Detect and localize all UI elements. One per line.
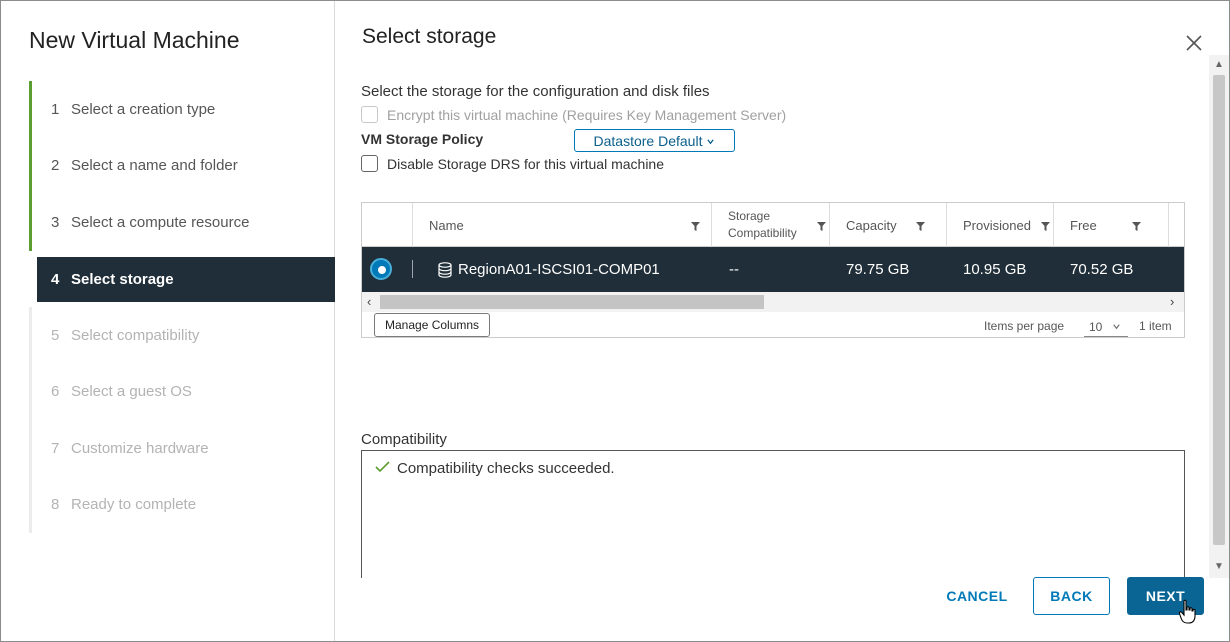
column-capacity[interactable]: Capacity: [829, 203, 946, 247]
wizard-sidebar: New Virtual Machine 1 Select a creation …: [1, 1, 335, 641]
chevron-down-icon: [706, 133, 715, 149]
items-per-page-label: Items per page: [984, 319, 1065, 333]
item-count: 1 item: [1139, 319, 1172, 333]
datastore-icon: [438, 261, 452, 278]
compatibility-message: Compatibility checks succeeded.: [374, 459, 615, 477]
step-number: 4: [51, 270, 60, 288]
step-label: Select compatibility: [71, 326, 200, 344]
step-number: 3: [51, 213, 60, 231]
datastore-name-cell: RegionA01-ISCSI01-COMP01: [438, 247, 660, 292]
step-number: 7: [51, 439, 60, 457]
compatibility-panel: Compatibility checks succeeded.: [361, 450, 1185, 578]
back-button[interactable]: BACK: [1033, 577, 1110, 615]
step-select-compute-resource[interactable]: 3 Select a compute resource: [29, 194, 335, 251]
step-number: 6: [51, 383, 60, 401]
hand-cursor-icon: [1178, 599, 1198, 625]
step-label: Select a compute resource: [71, 213, 250, 231]
encrypt-checkbox: [361, 106, 378, 123]
vm-storage-policy-select[interactable]: Datastore Default: [574, 129, 735, 152]
grid-footer: Manage Columns Items per page 10 1 item: [362, 313, 1184, 338]
row-select-radio[interactable]: [370, 258, 392, 280]
intro-text: Select the storage for the configuration…: [361, 83, 710, 100]
column-storage-compat-label-1: Storage: [728, 209, 771, 223]
step-select-compatibility: 5 Select compatibility: [29, 307, 335, 364]
step-ready-to-complete: 8 Ready to complete: [29, 476, 335, 534]
checkmark-icon: [374, 459, 391, 477]
chevron-down-icon: [1112, 320, 1121, 334]
filter-icon[interactable]: [1040, 220, 1051, 231]
wizard-main: Select storage ▲ ▼ Select the storage fo…: [336, 1, 1229, 641]
items-per-page-select[interactable]: 10: [1084, 317, 1128, 337]
step-select-guest-os: 6 Select a guest OS: [29, 363, 335, 421]
compatibility-message-text: Compatibility checks succeeded.: [397, 459, 615, 477]
provisioned-cell: 10.95 GB: [963, 261, 1027, 278]
column-name[interactable]: Name: [412, 203, 711, 247]
step-label: Select a name and folder: [71, 157, 238, 175]
scroll-down-icon[interactable]: ▼: [1213, 561, 1225, 573]
step-customize-hardware: 7 Customize hardware: [29, 420, 335, 477]
filter-icon[interactable]: [1131, 220, 1142, 231]
scroll-up-icon[interactable]: ▲: [1213, 59, 1225, 71]
filter-icon[interactable]: [690, 220, 701, 231]
datastore-name: RegionA01-ISCSI01-COMP01: [458, 261, 660, 278]
vm-storage-policy-label: VM Storage Policy: [361, 131, 484, 147]
step-number: 2: [51, 157, 60, 175]
disable-drs-option[interactable]: Disable Storage DRS for this virtual mac…: [361, 155, 664, 172]
column-provisioned-label: Provisioned: [963, 217, 1031, 233]
step-label: Select storage: [71, 270, 174, 288]
column-free-label: Free: [1070, 217, 1097, 233]
step-number: 5: [51, 326, 60, 344]
scroll-left-icon[interactable]: ‹: [367, 294, 371, 309]
scroll-right-icon[interactable]: ›: [1170, 294, 1174, 309]
wizard-title: New Virtual Machine: [29, 27, 240, 53]
step-label: Select a creation type: [71, 100, 216, 118]
disable-drs-checkbox[interactable]: [361, 155, 378, 172]
column-storage-compat-label-2: Compatibility: [728, 226, 797, 240]
vertical-scrollbar[interactable]: ▲ ▼: [1209, 55, 1229, 578]
step-label: Ready to complete: [71, 496, 197, 514]
horizontal-scrollbar[interactable]: ‹ ›: [362, 292, 1184, 312]
compatibility-label: Compatibility: [361, 431, 447, 448]
items-per-page-value: 10: [1089, 319, 1103, 334]
cancel-button[interactable]: CANCEL: [938, 577, 1016, 615]
step-label: Select a guest OS: [71, 383, 192, 401]
capacity-cell: 79.75 GB: [846, 261, 910, 278]
step-select-creation-type[interactable]: 1 Select a creation type: [29, 81, 335, 138]
column-free[interactable]: Free: [1053, 203, 1169, 247]
scrollbar-thumb[interactable]: [380, 295, 764, 309]
filter-icon[interactable]: [915, 220, 926, 231]
step-label: Customize hardware: [71, 439, 209, 457]
close-icon[interactable]: [1184, 33, 1204, 53]
scrollbar-thumb[interactable]: [1213, 75, 1225, 545]
grid-header: Name Storage Compatibility Capacity Prov…: [362, 203, 1184, 247]
encrypt-vm-option: Encrypt this virtual machine (Requires K…: [361, 106, 786, 123]
table-row[interactable]: RegionA01-ISCSI01-COMP01 -- 79.75 GB 10.…: [362, 247, 1184, 292]
new-vm-dialog: New Virtual Machine 1 Select a creation …: [0, 0, 1230, 642]
step-select-storage[interactable]: 4 Select storage: [37, 256, 335, 302]
step-number: 1: [51, 100, 60, 118]
column-provisioned[interactable]: Provisioned: [946, 203, 1053, 247]
column-name-label: Name: [429, 217, 464, 233]
step-number: 8: [51, 496, 60, 514]
column-capacity-label: Capacity: [846, 217, 897, 233]
page-title: Select storage: [362, 25, 497, 48]
disable-drs-label: Disable Storage DRS for this virtual mac…: [387, 155, 665, 172]
free-cell: 70.52 GB: [1070, 261, 1134, 278]
policy-value: Datastore Default: [593, 132, 703, 149]
manage-columns-button[interactable]: Manage Columns: [374, 313, 491, 337]
row-divider: [412, 260, 413, 278]
wizard-steps: 1 Select a creation type 2 Select a name…: [29, 81, 335, 533]
encrypt-label: Encrypt this virtual machine (Requires K…: [387, 106, 787, 123]
step-select-name-folder[interactable]: 2 Select a name and folder: [29, 137, 335, 194]
storage-compat-cell: --: [729, 261, 739, 278]
filter-icon[interactable]: [816, 220, 827, 231]
column-storage-compatibility[interactable]: Storage Compatibility: [711, 203, 829, 247]
datastore-grid: Name Storage Compatibility Capacity Prov…: [361, 202, 1185, 338]
